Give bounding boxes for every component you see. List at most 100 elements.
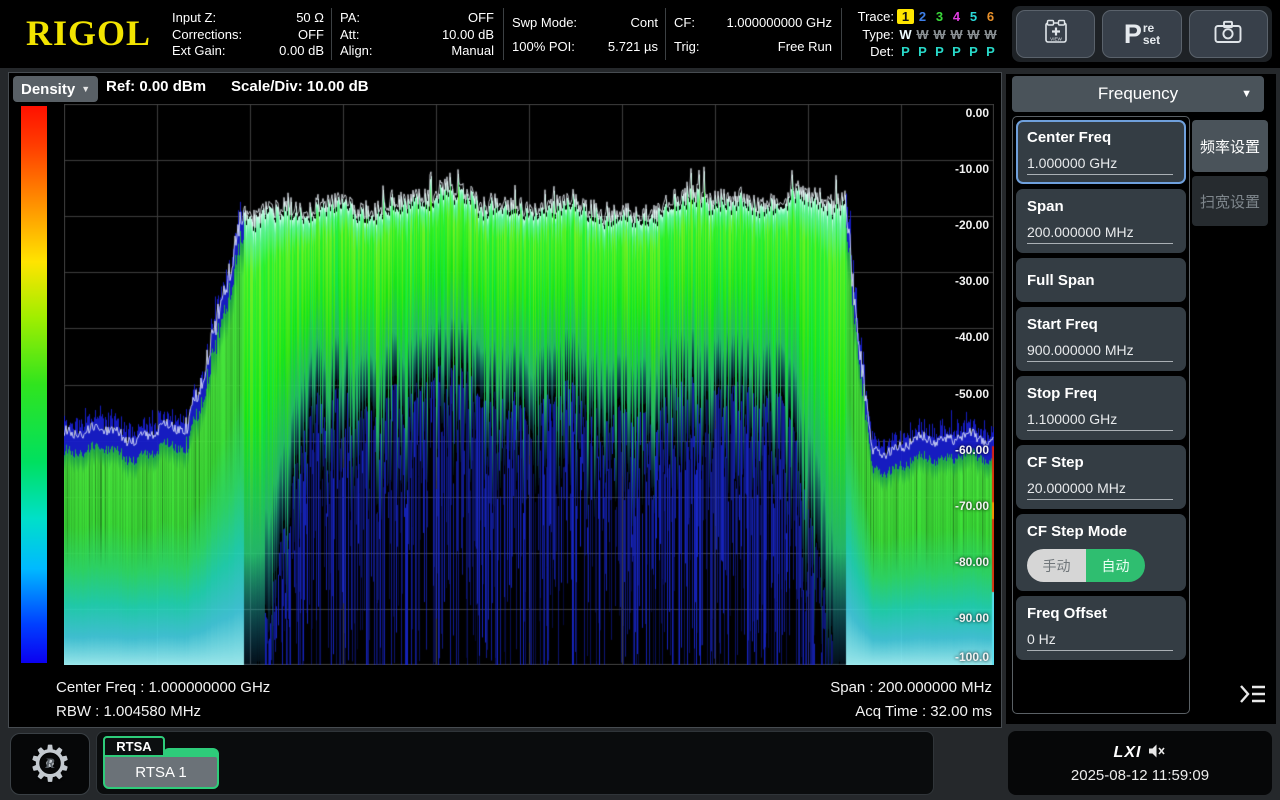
align-label: Align: [340,43,373,58]
trig-label: Trig: [674,39,700,54]
screenshot-button[interactable] [1189,10,1268,58]
density-colorbar [21,106,47,663]
tab-frequency-settings[interactable]: 频率设置 [1192,120,1268,172]
trace-status-trace-label: Trace: [850,9,894,24]
trace-det-3[interactable]: P [931,44,948,59]
preset-button[interactable]: P re set [1102,10,1181,58]
amplitude-settings-group: PA: OFF Att: 10.00 dB Align: Manual [340,10,494,58]
trace-type-4[interactable]: W [948,27,965,42]
footer-center-freq: Center Freq : 1.000000000 GHz [56,679,270,696]
tab-span-settings[interactable]: 扫宽设置 [1192,176,1268,226]
corrections-value: OFF [298,27,324,42]
trace-det-5[interactable]: P [965,44,982,59]
trace-det-4[interactable]: P [948,44,965,59]
trace-det-1[interactable]: P [897,44,914,59]
multi-view-icon: VIEW [1042,18,1070,51]
menu-item-freq-offset[interactable]: Freq Offset 0 Hz [1016,596,1186,660]
trace-type-3[interactable]: W [931,27,948,42]
align-value: Manual [451,43,494,58]
trace-det-6[interactable]: P [982,44,999,59]
menu-item-stop-freq[interactable]: Stop Freq 1.100000 GHz [1016,376,1186,440]
ref-level-readout: Ref: 0.00 dBm [106,78,206,95]
divider [503,8,504,60]
ext-gain-value: 0.00 dB [279,43,324,58]
tab-frequency-settings-label: 频率设置 [1200,136,1260,157]
trace-type-1[interactable]: W [897,27,914,42]
trace-status-row-type: Type:WWWWWW [850,27,1002,42]
frequency-sidebar: Frequency ▼ Center Freq1.000000 GHzSpan2… [1006,74,1276,724]
menu-item-start-freq[interactable]: Start Freq 900.000000 MHz [1016,307,1186,371]
trace-type-2[interactable]: W [914,27,931,42]
menu-item-label: Start Freq [1027,316,1175,333]
system-status-panel[interactable]: LXI 2025-08-12 11:59:09 [1008,731,1272,795]
menu-item-value: 0 Hz [1027,631,1173,651]
sweep-settings-group: Swp Mode:Cont 100% POI:5.721 µs [512,10,658,58]
system-menu-button[interactable]: ⚙ R [10,733,90,795]
trace-trace-4[interactable]: 4 [948,9,965,24]
menu-item-label: Freq Offset [1027,605,1175,622]
multi-view-button[interactable]: VIEW [1016,10,1095,58]
pa-value: OFF [468,10,494,25]
sidebar-menu-dropdown[interactable]: Frequency ▼ [1012,76,1264,112]
footer-span: Span : 200.000000 MHz [830,679,992,696]
tab-span-settings-label: 扫宽设置 [1200,191,1260,212]
sidebar-title: Frequency [1098,84,1178,104]
trace-det-2[interactable]: P [914,44,931,59]
att-label: Att: [340,27,360,42]
trace-status-det-label: Det: [850,44,894,59]
trace-type-5[interactable]: W [965,27,982,42]
trace-trace-2[interactable]: 2 [914,9,931,24]
trig-value: Free Run [778,39,832,54]
lxi-indicator: LXI [1114,744,1142,762]
density-spectrum-display[interactable] [64,104,994,665]
cf-trig-group: CF:1.000000000 GHz Trig:Free Run [674,10,832,58]
menu-item-value: 900.000000 MHz [1027,342,1173,362]
svg-text:VIEW: VIEW [1050,36,1062,41]
poi-label: 100% POI: [512,39,575,54]
toggle-option-auto[interactable]: 自动 [1086,549,1145,582]
footer-rbw: RBW : 1.004580 MHz [56,703,201,720]
input-settings-group: Input Z: 50 Ω Corrections: OFF Ext Gain: 0.… [172,10,324,58]
input-z-value: 50 Ω [296,10,324,25]
trace-trace-1[interactable]: 1 [897,9,914,24]
divider [665,8,666,60]
menu-item-value: 1.000000 GHz [1027,155,1173,175]
spectrum-panel: Density ▼ Ref: 0.00 dBm Scale/Div: 10.00… [8,72,1002,728]
menu-item-value: 1.100000 GHz [1027,411,1173,431]
menu-item-full-span[interactable]: Full Span [1016,258,1186,302]
menu-item-cf-step-mode[interactable]: CF Step Mode手动自动 [1016,514,1186,591]
rigol-gear-r: R [45,756,55,773]
rtsa-group-label: RTSA [103,736,165,757]
top-status-bar: RIGOL Input Z: 50 Ω Corrections: OFF Ext G… [0,0,1280,68]
trace-status: Trace:123456Type:WWWWWWDet:PPPPPP [850,9,1002,59]
menu-item-center-freq[interactable]: Center Freq1.000000 GHz [1016,120,1186,184]
pa-label: PA: [340,10,360,25]
trace-type-6[interactable]: W [982,27,999,42]
camera-icon [1213,19,1243,50]
display-mode-dropdown[interactable]: Density ▼ [13,76,98,102]
att-value: 10.00 dB [442,27,494,42]
trace-status-row-det: Det:PPPPPP [850,44,1002,59]
menu-item-label: Stop Freq [1027,385,1175,402]
ext-gain-label: Ext Gain: [172,43,225,58]
menu-item-value: 20.000000 MHz [1027,480,1173,500]
trace-trace-3[interactable]: 3 [931,9,948,24]
input-z-label: Input Z: [172,10,216,25]
trace-status-row-trace: Trace:123456 [850,9,1002,24]
rtsa-tab-label: RTSA 1 [103,755,219,789]
trace-trace-5[interactable]: 5 [965,9,982,24]
menu-item-cf-step[interactable]: CF Step20.000000 MHz [1016,445,1186,509]
menu-item-span[interactable]: Span200.000000 MHz [1016,189,1186,253]
menu-collapse-icon[interactable] [1236,680,1270,708]
tab-rtsa-1[interactable]: RTSA RTSA 1 [103,736,219,789]
divider [841,8,842,60]
trace-trace-6[interactable]: 6 [982,9,999,24]
corrections-label: Corrections: [172,27,242,42]
toggle-option-manual[interactable]: 手动 [1027,549,1086,582]
rigol-logo: RIGOL [26,12,151,54]
swp-mode-value: Cont [631,15,658,30]
trace-status-type-label: Type: [850,27,894,42]
swp-mode-label: Swp Mode: [512,15,577,30]
plot-area[interactable]: 0.00-10.00-20.00-30.00-40.00-50.00-60.00… [64,104,994,665]
cf-step-mode-toggle[interactable]: 手动自动 [1027,549,1145,582]
